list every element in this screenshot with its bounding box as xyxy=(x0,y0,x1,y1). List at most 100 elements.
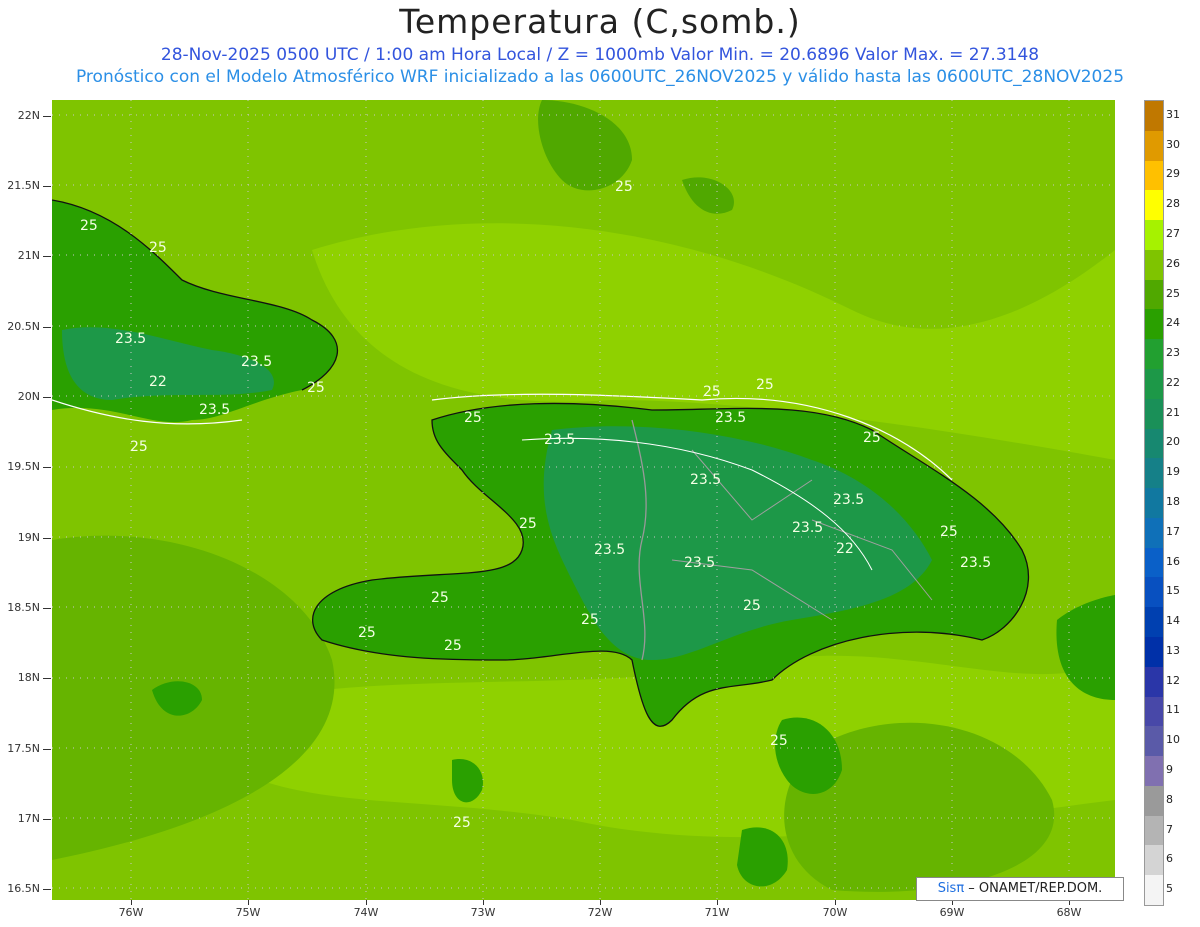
lon-label: 75W xyxy=(235,906,261,919)
lat-tick xyxy=(43,397,51,398)
colorbar-cell xyxy=(1145,458,1163,489)
colorbar-label: 30 xyxy=(1166,137,1180,151)
lat-tick xyxy=(43,256,51,257)
colorbar-label: 13 xyxy=(1166,643,1180,657)
colorbar-label: 28 xyxy=(1166,197,1180,211)
colorbar-label: 20 xyxy=(1166,435,1180,449)
colorbar-label: 7 xyxy=(1166,822,1173,836)
lon-label: 69W xyxy=(939,906,965,919)
colorbar-label: 12 xyxy=(1166,673,1180,687)
colorbar-cell xyxy=(1145,160,1163,191)
colorbar-label: 22 xyxy=(1166,375,1180,389)
contour-label: 25 xyxy=(307,380,325,396)
colorbar-cell xyxy=(1145,101,1163,132)
lat-label: 18N xyxy=(17,671,40,684)
colorbar-label: 15 xyxy=(1166,584,1180,598)
colorbar-label: 14 xyxy=(1166,614,1180,628)
contour-label: 25 xyxy=(770,733,788,749)
contour-label: 25 xyxy=(940,524,958,540)
contour-label: 25 xyxy=(130,439,148,455)
colorbar-cell xyxy=(1145,190,1163,221)
credit-box: Sisπ – ONAMET/REP.DOM. xyxy=(916,877,1124,901)
contour-label: 25 xyxy=(149,240,167,256)
contour-label: 25 xyxy=(519,516,537,532)
contour-label: 25 xyxy=(756,377,774,393)
lon-label: 76W xyxy=(118,906,144,919)
lon-label: 74W xyxy=(353,906,379,919)
colorbar-cell xyxy=(1145,607,1163,638)
colorbar-label: 26 xyxy=(1166,256,1180,270)
lat-label: 19.5N xyxy=(7,460,40,473)
colorbar-cell xyxy=(1145,369,1163,400)
lat-tick xyxy=(43,678,51,679)
colorbar-label: 5 xyxy=(1166,882,1173,896)
colorbar-cell xyxy=(1145,637,1163,668)
colorbar-cell xyxy=(1145,577,1163,608)
lon-tick xyxy=(366,900,367,905)
lat-tick xyxy=(43,749,51,750)
contour-label: 23.5 xyxy=(684,555,715,571)
colorbar-cell xyxy=(1145,815,1163,846)
lat-label: 17N xyxy=(17,812,40,825)
colorbar-label: 19 xyxy=(1166,465,1180,479)
valid-time-line: 28-Nov-2025 0500 UTC / 1:00 am Hora Loca… xyxy=(160,45,1040,65)
lat-label: 20N xyxy=(17,390,40,403)
lon-tick xyxy=(600,900,601,905)
contour-label: 25 xyxy=(453,815,471,831)
colorbar-label: 23 xyxy=(1166,346,1180,360)
contour-label: 25 xyxy=(615,179,633,195)
colorbar-label: 21 xyxy=(1166,405,1180,419)
contour-label: 25 xyxy=(581,612,599,628)
colorbar-cell xyxy=(1145,428,1163,459)
colorbar-cell xyxy=(1145,666,1163,698)
lat-label: 19N xyxy=(17,531,40,544)
colorbar-label: 17 xyxy=(1166,524,1180,538)
contour-label: 23.5 xyxy=(960,555,991,571)
contour-label: 23.5 xyxy=(115,331,146,347)
lat-tick xyxy=(43,608,51,609)
contour-label: 23.5 xyxy=(833,492,864,508)
bahamas-island-2 xyxy=(682,177,734,214)
contour-label: 25 xyxy=(743,598,761,614)
lat-tick xyxy=(43,538,51,539)
colorbar-cell xyxy=(1145,488,1163,519)
colorbar-cell xyxy=(1145,517,1163,549)
contour-label: 22 xyxy=(149,374,167,390)
lat-tick xyxy=(43,327,51,328)
colorbar-cell xyxy=(1145,398,1163,430)
temperature-colorbar xyxy=(1144,100,1164,906)
lat-label: 21N xyxy=(17,249,40,262)
colorbar-cell xyxy=(1145,696,1163,727)
colorbar-cell xyxy=(1145,726,1163,757)
bahamas-island xyxy=(538,100,632,191)
lon-tick xyxy=(248,900,249,905)
contour-label: 23.5 xyxy=(594,542,625,558)
model-info-line: Pronóstico con el Modelo Atmosférico WRF… xyxy=(75,67,1125,87)
lon-tick xyxy=(483,900,484,905)
lat-label: 20.5N xyxy=(7,320,40,333)
lat-label: 22N xyxy=(17,109,40,122)
chart-title: Temperatura (C,somb.) xyxy=(399,2,801,41)
contour-label: 23.5 xyxy=(690,472,721,488)
contour-label: 25 xyxy=(444,638,462,654)
contour-label: 25 xyxy=(358,625,376,641)
lat-tick xyxy=(43,467,51,468)
colorbar-label: 25 xyxy=(1166,286,1180,300)
colorbar-label: 31 xyxy=(1166,107,1180,121)
lon-tick xyxy=(717,900,718,905)
colorbar-label: 6 xyxy=(1166,852,1173,866)
contour-label: 23.5 xyxy=(199,402,230,418)
colorbar-label: 11 xyxy=(1166,703,1180,717)
contour-label: 22 xyxy=(836,541,854,557)
lat-tick xyxy=(43,186,51,187)
colorbar-cell xyxy=(1145,220,1163,251)
lon-tick xyxy=(835,900,836,905)
temperature-map: 25 25 25 23.5 23.5 22 23.5 25 25 25 23.5… xyxy=(52,100,1115,900)
colorbar-cell xyxy=(1145,309,1163,340)
lat-label: 17.5N xyxy=(7,742,40,755)
colorbar-cell xyxy=(1145,756,1163,787)
colorbar-label: 16 xyxy=(1166,554,1180,568)
credit-brand: Sisπ xyxy=(937,881,965,896)
contour-label: 23.5 xyxy=(241,354,272,370)
colorbar-label: 24 xyxy=(1166,316,1180,330)
